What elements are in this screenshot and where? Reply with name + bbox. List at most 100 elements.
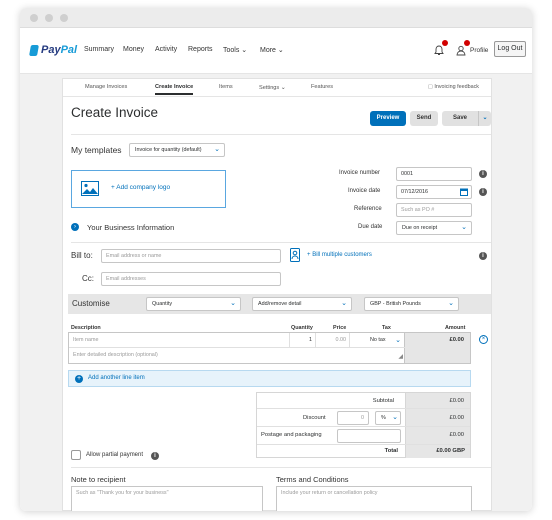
plus-icon: + — [111, 184, 115, 191]
invoice-tabs: Manage Invoices Create Invoice Items Set… — [63, 79, 491, 97]
nav-more[interactable]: More ⌄ — [260, 46, 284, 54]
add-line-item-bar[interactable]: + Add another line item — [68, 370, 471, 387]
currency-select[interactable]: GBP - British Pounds ⌄ — [364, 297, 459, 311]
window-dot[interactable] — [45, 14, 53, 22]
terms-textarea[interactable]: Include your return or cancellation poli… — [276, 486, 472, 511]
subtotal-row: Subtotal £0.00 — [257, 393, 470, 409]
user-icon[interactable] — [456, 40, 470, 56]
window-dot[interactable] — [60, 14, 68, 22]
partial-payment-checkbox[interactable] — [71, 450, 81, 460]
bill-to-label: Bill to: — [71, 251, 93, 260]
remove-line-icon[interactable]: × — [479, 335, 488, 344]
tab-settings-label: Settings — [259, 85, 280, 91]
window-dot[interactable] — [30, 14, 38, 22]
discount-label: Discount — [303, 415, 326, 421]
tab-items[interactable]: Items — [219, 84, 233, 90]
bill-multiple-label: Bill multiple customers — [312, 252, 372, 258]
save-options-button[interactable]: ⌄ — [478, 111, 491, 126]
partial-payment-label: Allow partial payment — [86, 452, 144, 458]
send-button[interactable]: Send — [410, 111, 438, 126]
nav-more-label: More — [260, 47, 276, 54]
invoice-date-value: 07/12/2016 — [401, 189, 428, 195]
info-icon[interactable]: i — [479, 188, 487, 196]
notifications-bell-icon[interactable] — [434, 40, 448, 55]
info-icon[interactable]: i — [479, 170, 487, 178]
main-area: Manage Invoices Create Invoice Items Set… — [20, 74, 532, 511]
discount-input[interactable]: 0 — [337, 411, 369, 425]
invoice-date-input[interactable]: 07/12/2016 — [396, 185, 472, 199]
browser-window: Pay Pal Summary Money Activity Reports To… — [20, 8, 532, 511]
reference-input[interactable]: Such as PO # — [396, 203, 472, 217]
templates-select[interactable]: Invoice for quantity (default) ⌄ — [129, 143, 225, 157]
item-tax-value: No tax — [370, 337, 386, 343]
subtotal-value: £0.00 — [449, 398, 464, 404]
resize-handle-icon[interactable]: ◢ — [398, 350, 403, 364]
due-date-select[interactable]: Due on receipt ⌄ — [396, 221, 472, 235]
total-label: Total — [384, 448, 398, 454]
discount-unit-select[interactable]: % ⌄ — [375, 411, 401, 425]
totals-table: Subtotal £0.00 Discount 0 % ⌄ £0.00 Posta… — [256, 392, 471, 458]
tab-create-invoice[interactable]: Create Invoice — [155, 84, 194, 95]
nav-tools[interactable]: Tools ⌄ — [223, 46, 247, 54]
nav-summary[interactable]: Summary — [84, 46, 114, 53]
detail-select[interactable]: Add/remove detail ⌄ — [252, 297, 352, 311]
add-logo-link[interactable]: + Add company logo — [111, 184, 170, 191]
item-name-input[interactable]: Item name — [69, 333, 290, 348]
chevron-down-icon: ⌄ — [482, 115, 488, 121]
item-amount: £0.00 — [449, 337, 464, 343]
nav-activity[interactable]: Activity — [155, 46, 177, 53]
item-price-input[interactable]: 0.00 — [316, 333, 350, 348]
reference-placeholder: Such as PO # — [401, 207, 435, 213]
note-textarea[interactable]: Such as "Thank you for your business" — [71, 486, 263, 511]
invoicing-feedback-link[interactable]: ▢ Invoicing feedback — [428, 84, 479, 90]
bill-to-input[interactable]: Email address or name — [101, 249, 281, 263]
chevron-down-icon: ⌄ — [395, 337, 401, 344]
add-logo-box[interactable]: + Add company logo — [71, 170, 226, 208]
cc-input[interactable]: Email addresses — [101, 272, 281, 286]
due-date-label: Due date — [358, 224, 383, 230]
tab-manage-invoices[interactable]: Manage Invoices — [85, 84, 127, 90]
image-placeholder-icon — [81, 181, 99, 196]
profile-badge — [464, 40, 470, 46]
col-tax: Tax — [382, 325, 391, 331]
item-tax-select[interactable]: No tax ⌄ — [350, 333, 405, 348]
templates-value: Invoice for quantity (default) — [135, 147, 202, 153]
tab-settings[interactable]: Settings ⌄ — [259, 84, 286, 91]
bill-to-placeholder: Email address or name — [106, 253, 162, 259]
quantity-select-value: Quantity — [152, 301, 173, 307]
save-button[interactable]: Save — [442, 111, 478, 126]
divider — [71, 467, 491, 468]
logout-button[interactable]: Log Out — [494, 41, 526, 57]
postage-input[interactable] — [337, 429, 401, 443]
speech-bubble-icon: ▢ — [427, 84, 433, 90]
templates-label: My templates — [71, 145, 122, 155]
bill-multiple-link[interactable]: + Bill multiple customers — [307, 252, 372, 258]
info-icon[interactable]: i — [151, 452, 159, 460]
total-value: £0.00 GBP — [436, 448, 465, 454]
item-row: Item name 1 0.00 No tax ⌄ Enter detailed … — [68, 332, 405, 364]
plus-circle-icon: + — [75, 375, 83, 383]
item-description-placeholder: Enter detailed description (optional) — [73, 352, 158, 358]
note-label: Note to recipient — [71, 475, 126, 484]
postage-label: Postage and packaging — [261, 432, 322, 438]
item-quantity-input[interactable]: 1 — [290, 333, 316, 348]
customise-bar: Customise Quantity ⌄ Add/remove detail ⌄ G… — [68, 294, 491, 314]
subtotal-cell: £0.00 — [405, 393, 470, 408]
paypal-logo[interactable]: Pay Pal — [29, 44, 77, 56]
preview-button[interactable]: Preview — [370, 111, 406, 126]
calendar-icon[interactable] — [460, 188, 468, 196]
nav-tools-label: Tools — [223, 47, 240, 54]
nav-profile[interactable]: Profile — [470, 47, 488, 54]
info-icon[interactable]: i — [479, 252, 487, 260]
item-description-input[interactable]: Enter detailed description (optional) ◢ — [69, 348, 405, 364]
quantity-select[interactable]: Quantity ⌄ — [146, 297, 241, 311]
nav-reports[interactable]: Reports — [188, 46, 213, 53]
contacts-icon[interactable] — [290, 248, 300, 262]
business-info-link[interactable]: Your Business Information — [87, 223, 174, 232]
tab-features[interactable]: Features — [311, 84, 333, 90]
window-chrome — [20, 8, 532, 28]
nav-money[interactable]: Money — [123, 46, 144, 53]
invoice-number-input[interactable]: 0001 — [396, 167, 472, 181]
chevron-right-icon[interactable]: › — [71, 223, 79, 231]
chevron-down-icon: ⌄ — [280, 85, 286, 91]
